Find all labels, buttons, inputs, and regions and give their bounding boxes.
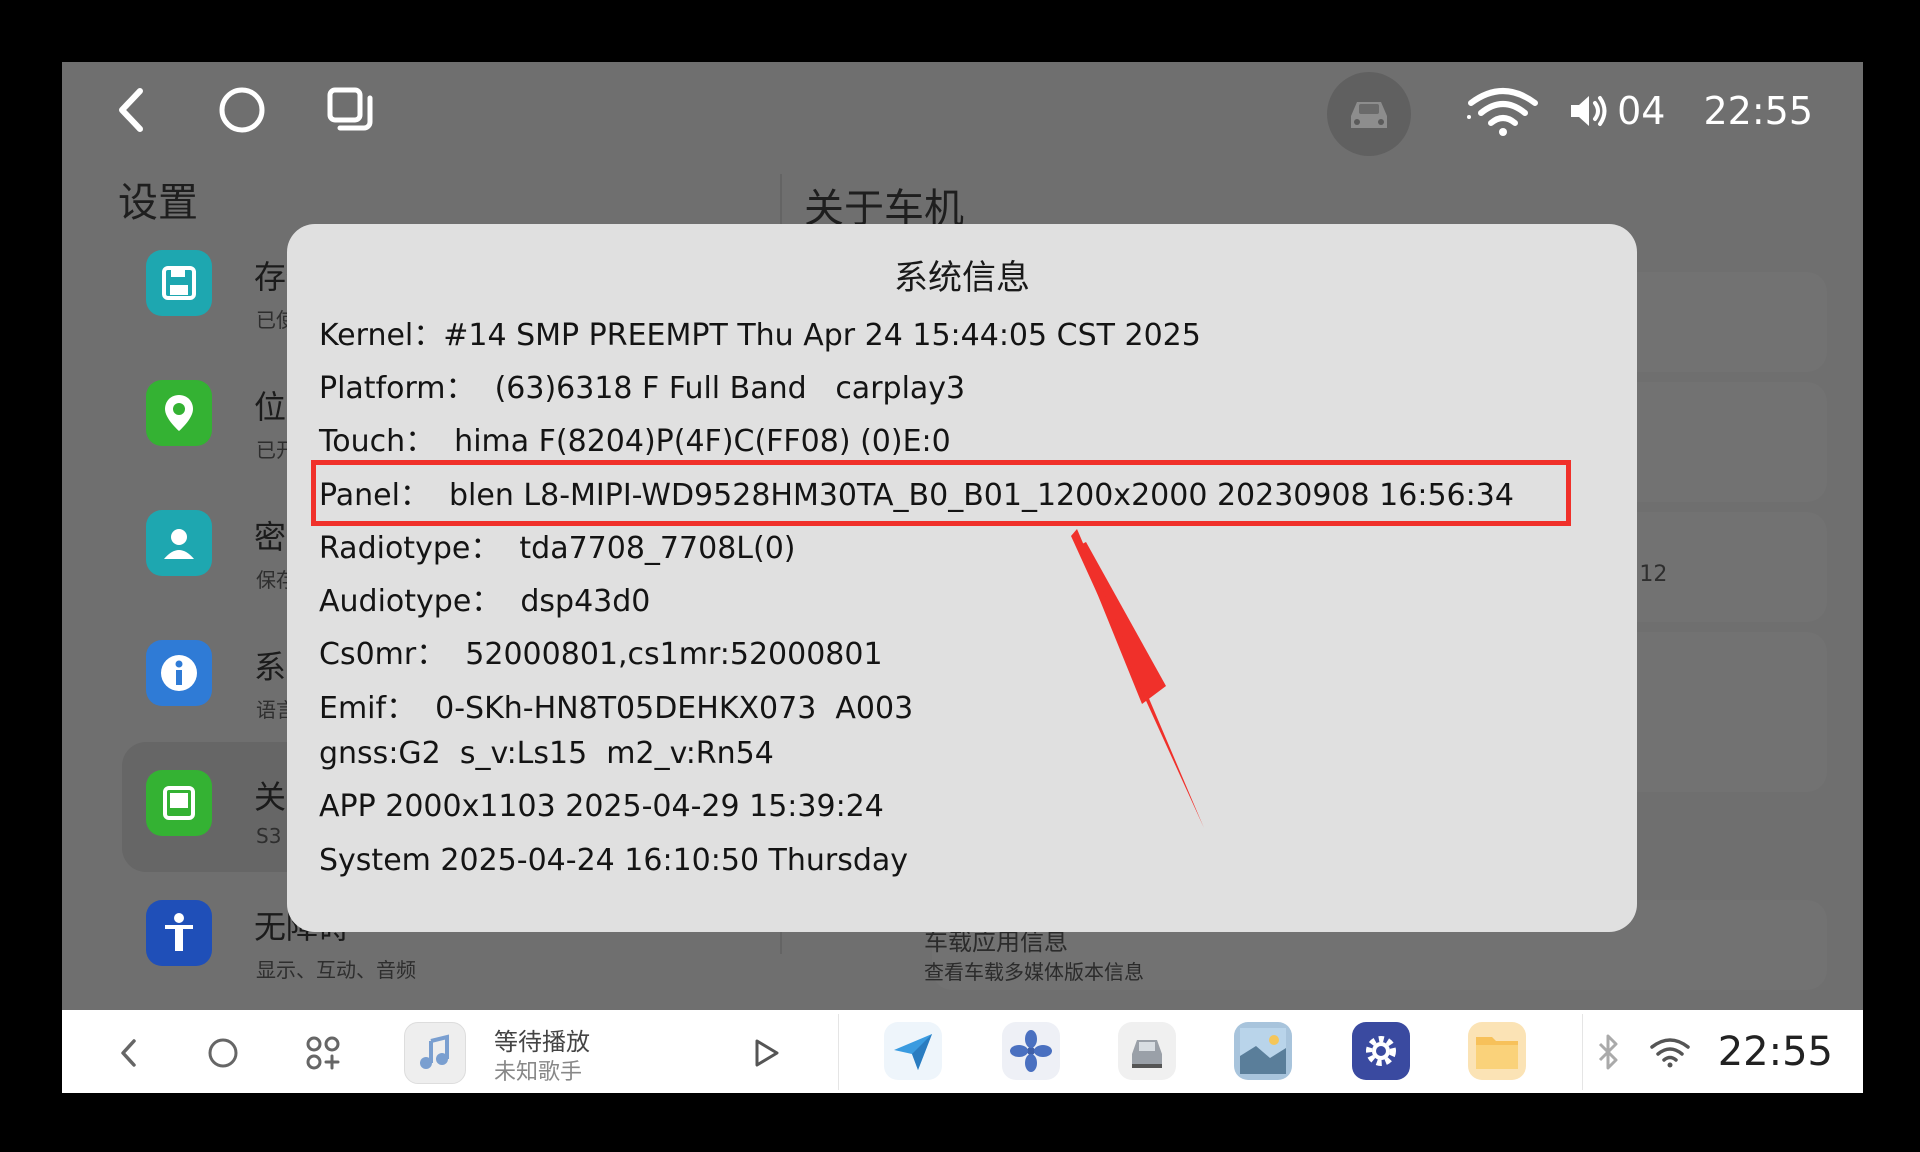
user-icon — [146, 510, 212, 576]
car-app-icon[interactable] — [1118, 1022, 1176, 1080]
music-note-icon — [420, 1034, 449, 1069]
volume-icon — [1571, 96, 1607, 126]
recents-button[interactable] — [320, 80, 380, 140]
back-icon — [121, 1039, 136, 1067]
recents-icon — [327, 87, 373, 131]
home-circle-icon — [219, 87, 265, 133]
dock-divider — [1582, 1014, 1583, 1090]
bluetooth-icon — [1598, 1034, 1618, 1070]
settings-item-subtitle: 显示、互动、音频 — [256, 958, 416, 982]
home-circle-icon — [208, 1038, 238, 1068]
settings-app-icon[interactable] — [1352, 1022, 1410, 1080]
app-grid-icon — [306, 1036, 340, 1070]
fan-app-icon[interactable] — [1002, 1022, 1060, 1080]
accessibility-icon — [146, 900, 212, 966]
car-icon — [1351, 102, 1387, 128]
save-icon — [146, 250, 212, 316]
app-info-subtitle: 查看车载多媒体版本信息 — [924, 960, 1144, 984]
dock-divider — [838, 1014, 839, 1090]
status-bar: 04 22:55 — [62, 62, 1863, 162]
car-assistant-bubble[interactable] — [1327, 72, 1411, 156]
system-info-dialog: 系统信息 Kernel：#14 SMP PREEMPT Thu Apr 24 1… — [287, 224, 1637, 932]
dock-time: 22:55 — [1717, 1029, 1833, 1075]
music-album-art[interactable] — [404, 1022, 466, 1084]
location-pin-icon — [146, 380, 212, 446]
navigation-app-icon[interactable] — [884, 1022, 942, 1080]
dock-status: 22:55 — [1594, 1018, 1833, 1086]
annotation-arrow — [1071, 529, 1204, 828]
info-icon — [146, 640, 212, 706]
settings-title: 设置 — [118, 180, 198, 226]
home-button[interactable] — [212, 80, 272, 140]
volume-level: 04 — [1617, 89, 1666, 133]
files-app-icon[interactable] — [1468, 1022, 1526, 1080]
car-head-unit-screen: 04 22:55 设置 关于车机 :12 车载应用信息 查看车载多媒体版本信息 … — [62, 62, 1863, 1093]
status-time: 22:55 — [1703, 89, 1813, 133]
status-indicators: 04 22:55 — [1465, 76, 1813, 146]
bottom-dock: 等待播放 未知歌手 22:55 — [62, 1010, 1863, 1093]
back-icon — [119, 88, 143, 132]
dock-back-button[interactable] — [104, 1028, 154, 1078]
media-artist: 未知歌手 — [494, 1060, 583, 1085]
play-icon — [755, 1039, 779, 1067]
back-button[interactable] — [102, 80, 162, 140]
wifi-icon — [1467, 88, 1539, 136]
wifi-icon — [1649, 1038, 1690, 1068]
about-peek-value: :12 — [1632, 562, 1668, 587]
play-button[interactable] — [742, 1030, 788, 1076]
dock-home-button[interactable] — [198, 1028, 248, 1078]
tablet-icon — [146, 770, 212, 836]
media-title: 等待播放 — [494, 1028, 590, 1056]
dock-apps-button[interactable] — [298, 1028, 348, 1078]
gallery-app-icon[interactable] — [1234, 1022, 1292, 1080]
volume-indicator[interactable]: 04 — [1567, 89, 1665, 133]
